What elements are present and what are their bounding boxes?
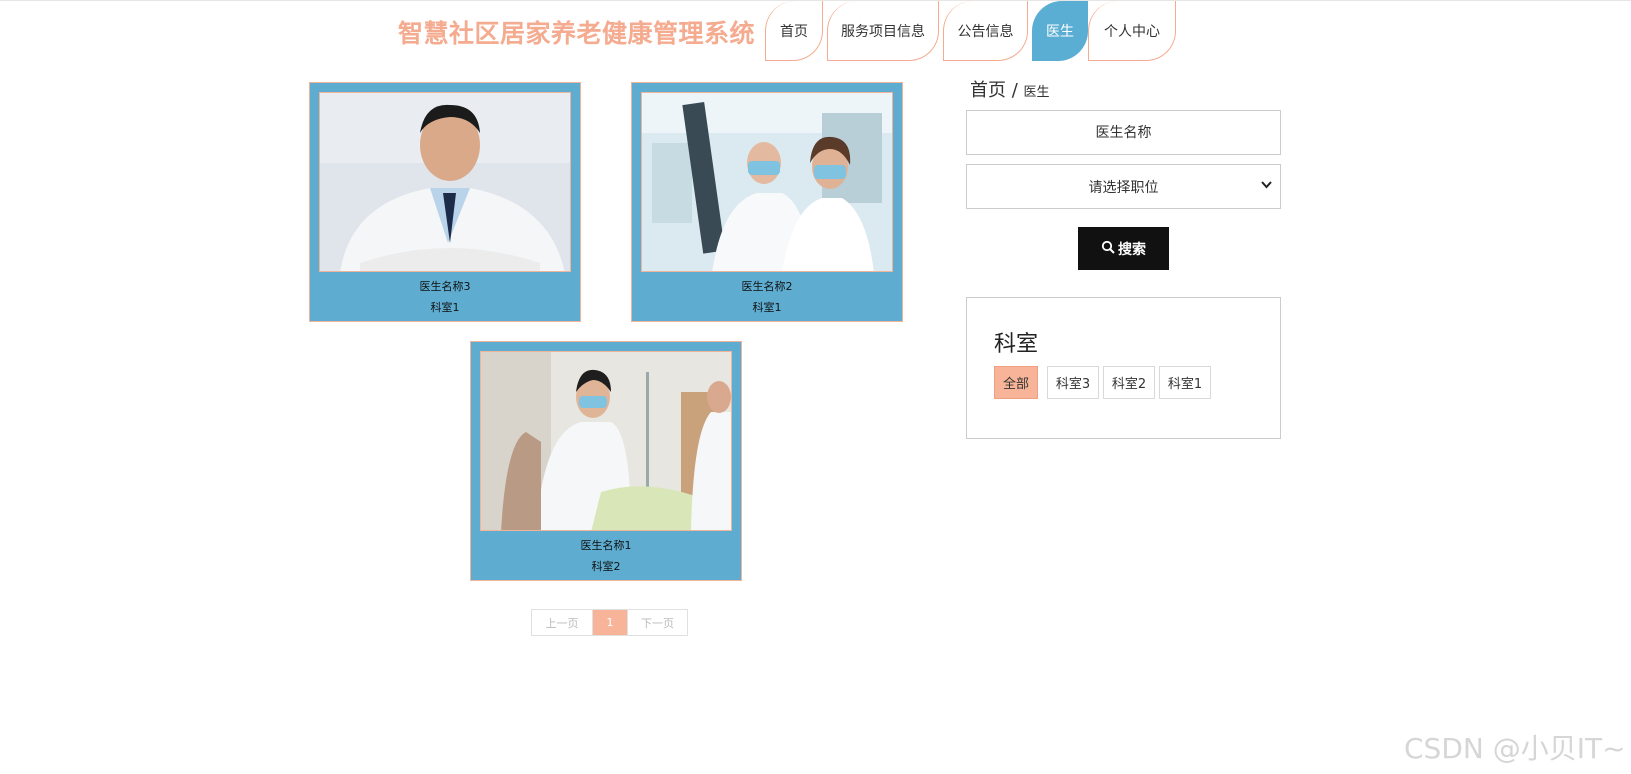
position-select-value: 请选择职位 — [1088, 179, 1159, 196]
breadcrumb-current: 医生 — [1023, 85, 1050, 100]
current-page-button[interactable]: 1 — [593, 610, 627, 635]
nav-announcements[interactable]: 公告信息 — [943, 1, 1028, 61]
position-select[interactable]: 请选择职位 — [966, 164, 1281, 209]
department-filter-title: 科室 — [994, 332, 1039, 357]
chevron-down-icon — [1261, 179, 1272, 193]
doctor-card[interactable]: 医生名称3 科室1 — [309, 82, 581, 322]
doctor-photo[interactable] — [641, 92, 893, 272]
doctor-name: 医生名称3 — [419, 280, 471, 293]
doctor-dept: 科室2 — [591, 560, 621, 573]
breadcrumb-home[interactable]: 首页 — [970, 80, 1006, 101]
dept-tag-2[interactable]: 科室2 — [1103, 366, 1155, 399]
site-title: 智慧社区居家养老健康管理系统 — [398, 19, 756, 48]
pagination: 上一页 1 下一页 — [531, 609, 688, 636]
nav-doctors[interactable]: 医生 — [1032, 1, 1088, 61]
doctor-dept: 科室1 — [430, 301, 460, 314]
next-page-button[interactable]: 下一页 — [627, 610, 687, 635]
search-button-label: 搜索 — [1118, 240, 1146, 257]
dept-tag-3[interactable]: 科室3 — [1047, 366, 1099, 399]
prev-page-button[interactable]: 上一页 — [532, 610, 593, 635]
search-icon — [1101, 240, 1115, 257]
breadcrumb: 首页 / 医生 — [970, 76, 1050, 102]
dept-tag-all[interactable]: 全部 — [994, 366, 1038, 399]
doctor-name-search-input[interactable] — [966, 110, 1281, 155]
nav-profile[interactable]: 个人中心 — [1088, 1, 1176, 61]
doctor-photo[interactable] — [480, 351, 732, 531]
doctor-card[interactable]: 医生名称1 科室2 — [470, 341, 742, 581]
doctor-photo[interactable] — [319, 92, 571, 272]
doctor-name: 医生名称1 — [580, 539, 632, 552]
department-filter-panel: 科室 全部 科室3 科室2 科室1 — [966, 297, 1281, 439]
doctor-dept: 科室1 — [752, 301, 782, 314]
doctor-card[interactable]: 医生名称2 科室1 — [631, 82, 903, 322]
nav-home[interactable]: 首页 — [765, 1, 823, 61]
watermark: CSDN @小贝IT~ — [1404, 732, 1626, 765]
doctor-name: 医生名称2 — [741, 280, 793, 293]
nav-services[interactable]: 服务项目信息 — [827, 1, 939, 61]
dept-tag-1[interactable]: 科室1 — [1159, 366, 1211, 399]
breadcrumb-separator: / — [1011, 80, 1018, 101]
search-button[interactable]: 搜索 — [1078, 227, 1169, 270]
